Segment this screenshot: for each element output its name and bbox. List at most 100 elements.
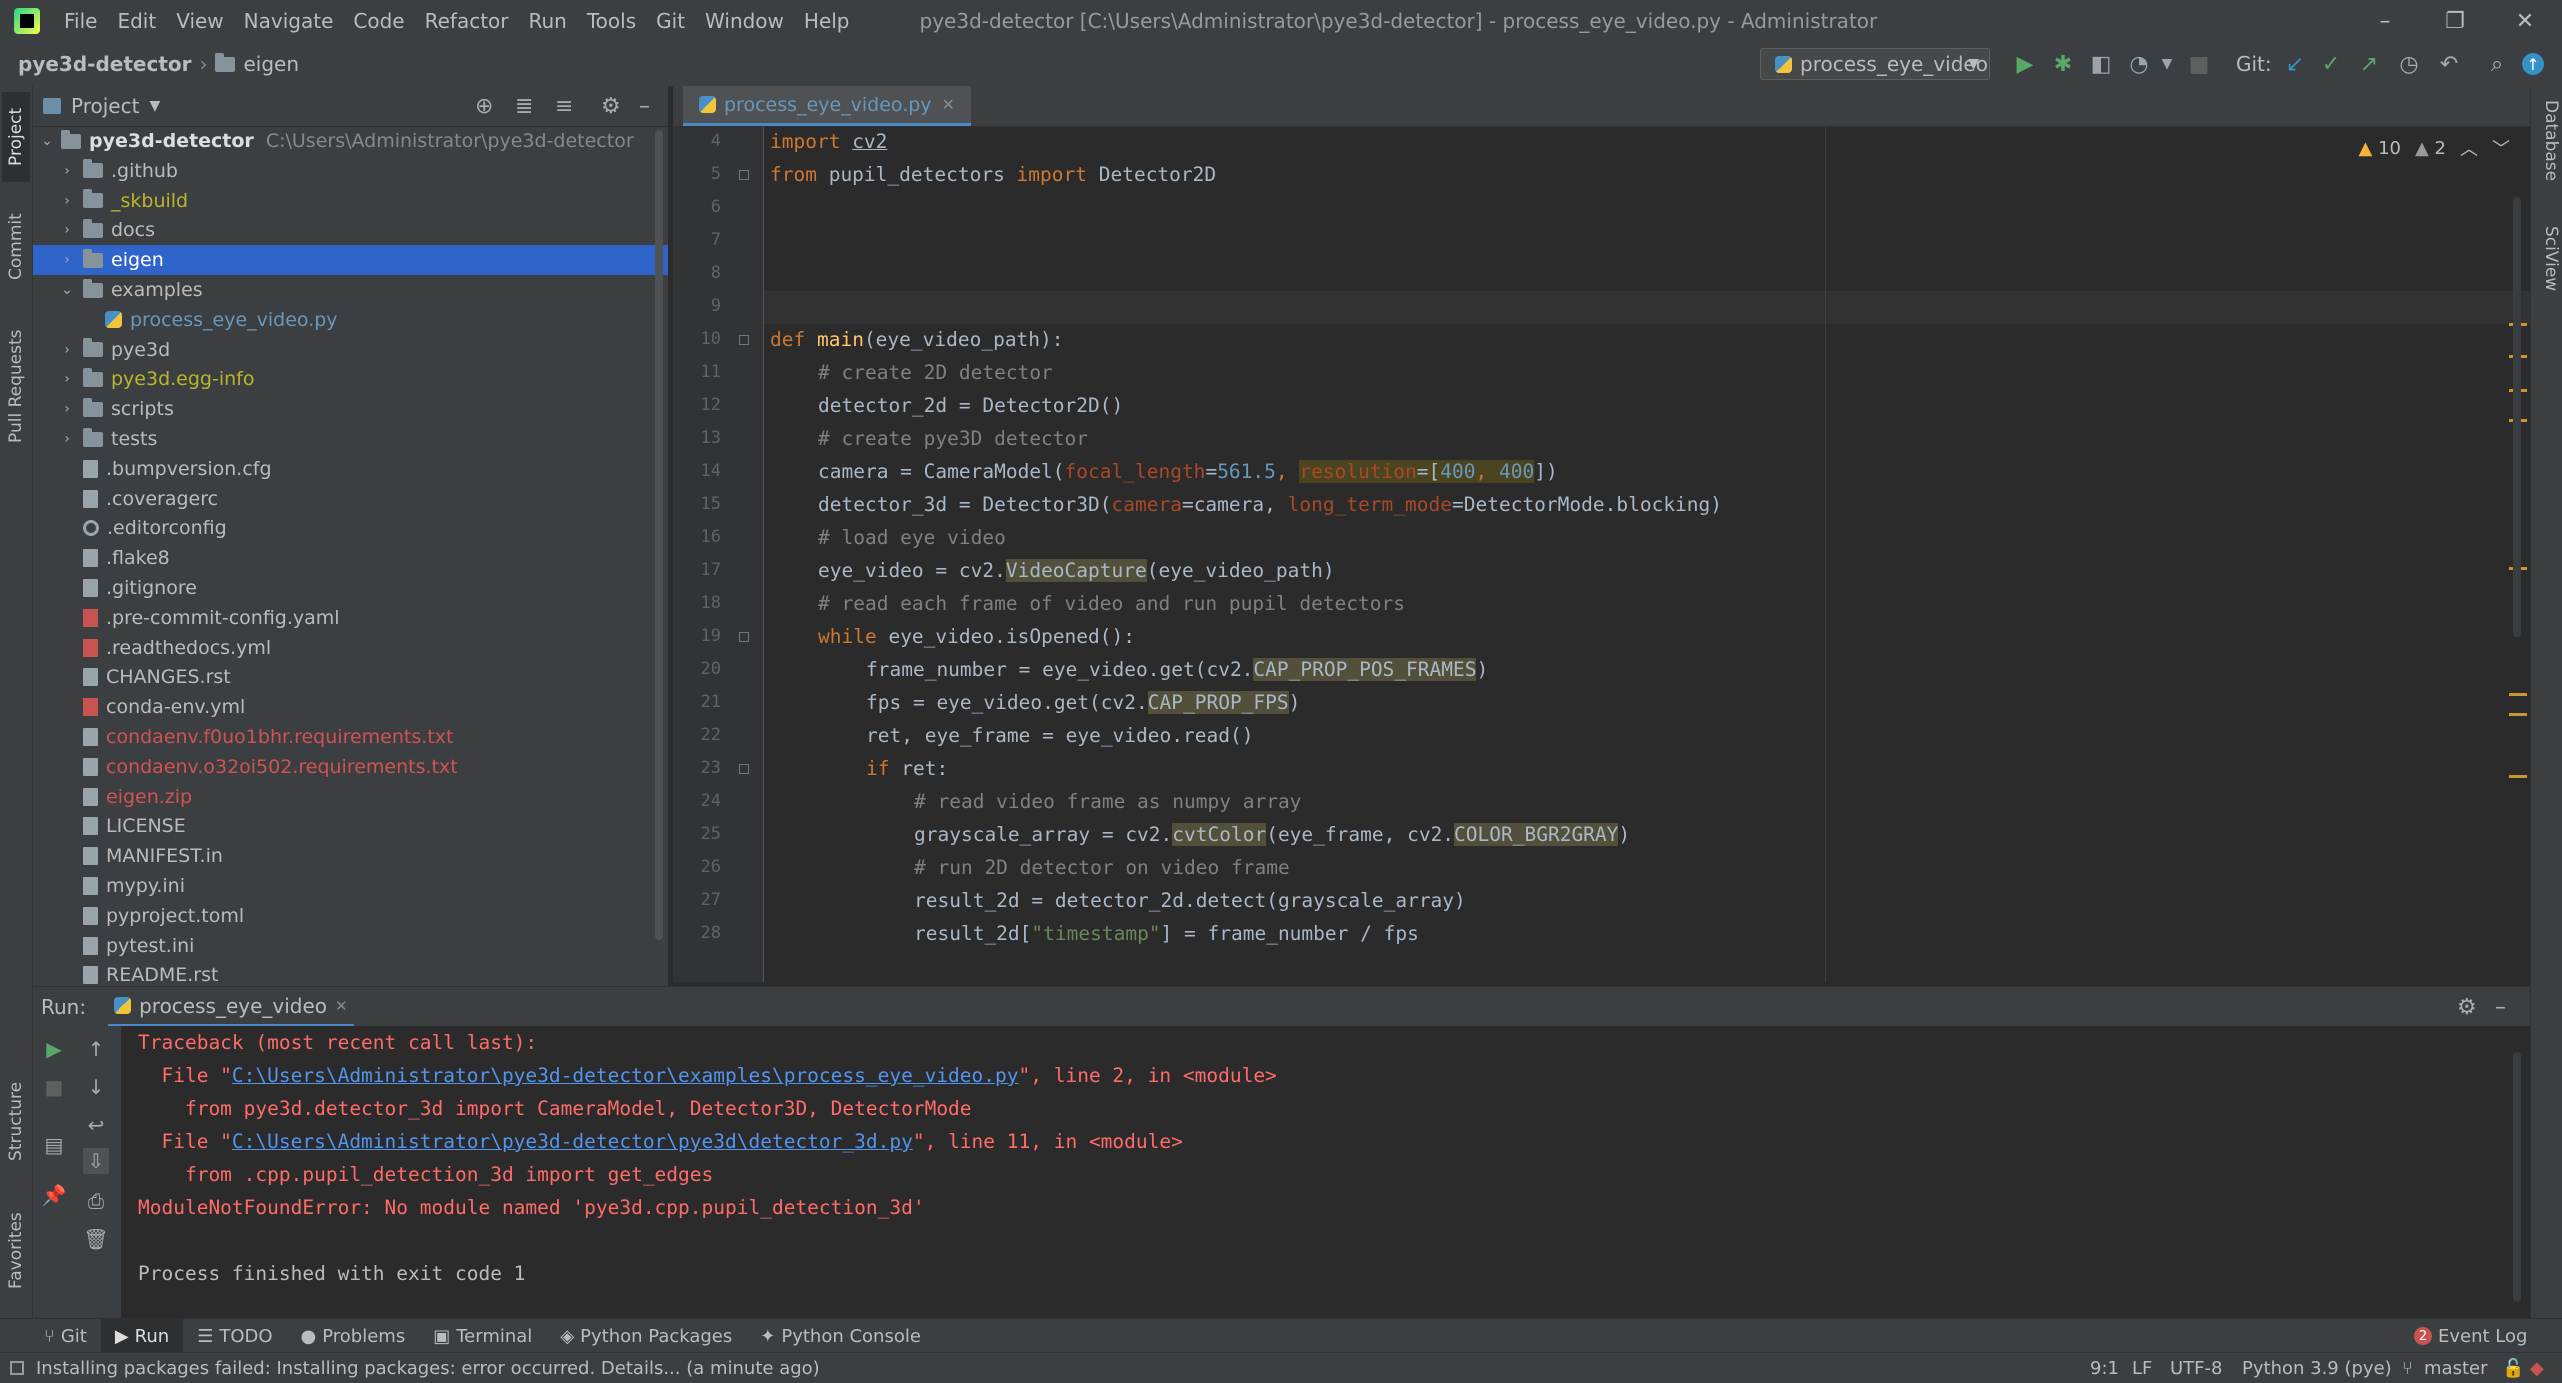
run-configuration-select[interactable]: process_eye_video ▼ [1760, 48, 1990, 80]
caret-position[interactable]: 9:1 [2090, 1358, 2119, 1379]
error-stripe-mark[interactable] [2509, 713, 2527, 716]
rerun-icon[interactable]: ▶ [41, 1036, 67, 1062]
menu-tools[interactable]: Tools [577, 0, 646, 42]
line-separator[interactable]: LF [2132, 1358, 2152, 1379]
fold-marker-icon[interactable] [739, 764, 749, 774]
tool-tab-python-packages[interactable]: ◈ Python Packages [546, 1319, 746, 1353]
console-file-link[interactable]: C:\Users\Administrator\pye3d-detector\py… [232, 1130, 913, 1153]
chevron-down-icon[interactable]: ﹀ [2492, 135, 2510, 161]
chevron-down-icon[interactable]: ⌄ [37, 133, 57, 149]
console-scrollbar[interactable] [2513, 1052, 2521, 1302]
status-message[interactable]: Installing packages failed: Installing p… [36, 1358, 820, 1379]
run-tab[interactable]: process_eye_video ✕ [108, 987, 354, 1027]
tool-tab-pull-requests[interactable]: Pull Requests [2, 316, 30, 456]
hide-panel-icon[interactable]: – [2495, 995, 2506, 1020]
chevron-right-icon[interactable]: › [57, 342, 77, 358]
tree-item-github[interactable]: › .github [33, 156, 668, 186]
tool-tab-sciview[interactable]: SciView [2533, 226, 2561, 316]
profile-icon[interactable]: ◔ [2126, 51, 2152, 77]
tree-item-pre-commit-config-yaml[interactable]: .pre-commit-config.yaml [33, 603, 668, 633]
error-stripe-mark[interactable] [2509, 693, 2527, 696]
menu-git[interactable]: Git [646, 0, 695, 42]
tree-item-condaenv-f0uo1bhr-requirements-txt[interactable]: condaenv.f0uo1bhr.requirements.txt [33, 722, 668, 752]
chevron-right-icon[interactable]: › [57, 193, 77, 209]
toggle-tool-windows-icon[interactable] [10, 1361, 24, 1375]
gear-icon[interactable]: ⚙ [601, 94, 621, 119]
tree-item-pyproject-toml[interactable]: pyproject.toml [33, 901, 668, 931]
console-file-link[interactable]: C:\Users\Administrator\pye3d-detector\ex… [232, 1064, 1019, 1087]
tree-item-mypy-ini[interactable]: mypy.ini [33, 871, 668, 901]
tool-tab-todo[interactable]: ☰ TODO [183, 1319, 286, 1353]
trash-icon[interactable]: 🗑 [83, 1226, 109, 1252]
inspection-widget[interactable]: ▲ 10 ▲ 2 ︿ ﹀ [2358, 135, 2510, 161]
git-commit-icon[interactable]: ✓ [2318, 51, 2344, 77]
project-tree-scrollbar[interactable] [655, 130, 663, 940]
print-icon[interactable]: ⎙ [83, 1188, 109, 1214]
rollback-icon[interactable]: ↶ [2436, 51, 2462, 77]
tree-item-pye3d[interactable]: › pye3d [33, 335, 668, 365]
hide-panel-icon[interactable]: – [639, 94, 650, 119]
menu-edit[interactable]: Edit [107, 0, 166, 42]
breadcrumb-folder[interactable]: eigen [243, 52, 299, 76]
tree-item-editorconfig[interactable]: .editorconfig [33, 513, 668, 543]
scroll-to-end-icon[interactable]: ⇩ [83, 1148, 109, 1174]
collapse-all-icon[interactable]: ≡ [555, 94, 573, 119]
tool-tab-git[interactable]: ⑂ Git [30, 1319, 101, 1353]
close-tab-icon[interactable]: ✕ [942, 95, 955, 114]
minimize-button[interactable]: – [2350, 0, 2420, 42]
tree-item-changes-rst[interactable]: CHANGES.rst [33, 662, 668, 692]
tool-tab-terminal[interactable]: ▣ Terminal [419, 1319, 546, 1353]
tree-item-skbuild[interactable]: › _skbuild [33, 186, 668, 216]
tree-item-condaenv-o32oi502-requirements-txt[interactable]: condaenv.o32oi502.requirements.txt [33, 752, 668, 782]
soft-wrap-icon[interactable]: ↩ [83, 1112, 109, 1138]
chevron-right-icon[interactable]: › [57, 163, 77, 179]
tree-item-root[interactable]: ⌄ pye3d-detector C:\Users\Administrator\py… [33, 126, 668, 156]
menu-run[interactable]: Run [519, 0, 577, 42]
tree-item-pye3d-egg-info[interactable]: › pye3d.egg-info [33, 364, 668, 394]
fold-marker-icon[interactable] [739, 335, 749, 345]
code-editor[interactable]: 4 5 6 7 8 9 10 11 12 13 14 15 16 17 18 19 20 21 22 23 24 25 26… [673, 127, 2530, 982]
tree-item-conda-env-yml[interactable]: conda-env.yml [33, 692, 668, 722]
tree-item-pytest-ini[interactable]: pytest.ini [33, 931, 668, 961]
tree-item-scripts[interactable]: › scripts [33, 394, 668, 424]
search-icon[interactable]: ⌕ [2484, 51, 2510, 77]
debug-icon[interactable]: ✱ [2050, 51, 2076, 77]
tree-item-examples[interactable]: ⌄ examples [33, 275, 668, 305]
menu-help[interactable]: Help [794, 0, 860, 42]
tree-item-flake8[interactable]: .flake8 [33, 543, 668, 573]
close-tab-icon[interactable]: ✕ [335, 997, 348, 1015]
git-branch[interactable]: master [2424, 1358, 2487, 1379]
file-encoding[interactable]: UTF-8 [2170, 1358, 2222, 1379]
tool-tab-run[interactable]: ▶ Run [100, 1319, 184, 1353]
run-icon[interactable]: ▶ [2012, 51, 2038, 77]
tree-item-eigen[interactable]: › eigen [33, 245, 668, 276]
error-stripe-mark[interactable] [2509, 775, 2527, 778]
locate-icon[interactable]: ⊕ [475, 94, 493, 119]
chevron-right-icon[interactable]: › [57, 401, 77, 417]
history-icon[interactable]: ◷ [2396, 51, 2422, 77]
tree-item-manifest-in[interactable]: MANIFEST.in [33, 841, 668, 871]
restore-button[interactable]: ❐ [2420, 0, 2490, 42]
editor-tab-process-eye-video[interactable]: process_eye_video.py ✕ [683, 86, 971, 126]
fold-marker-icon[interactable] [739, 632, 749, 642]
stop-icon[interactable]: ■ [41, 1074, 67, 1100]
python-interpreter[interactable]: Python 3.9 (pye) [2242, 1358, 2392, 1379]
menu-navigate[interactable]: Navigate [234, 0, 344, 42]
menu-window[interactable]: Window [695, 0, 794, 42]
chevron-right-icon[interactable]: › [57, 252, 77, 268]
gear-icon[interactable]: ⚙ [2457, 995, 2477, 1020]
tree-item-coveragerc[interactable]: .coveragerc [33, 484, 668, 514]
tree-item-process-eye-video-py[interactable]: process_eye_video.py [33, 305, 668, 335]
editor-scrollbar[interactable] [2513, 197, 2521, 637]
tree-item-docs[interactable]: › docs [33, 215, 668, 245]
tool-tab-database[interactable]: Database [2533, 100, 2561, 200]
tool-tab-structure[interactable]: Structure [2, 1066, 30, 1176]
arrow-up-icon[interactable]: ↑ [83, 1036, 109, 1062]
event-log-button[interactable]: 2 Event Log [2400, 1319, 2541, 1353]
tree-item-readthedocs-yml[interactable]: .readthedocs.yml [33, 633, 668, 663]
lock-icon[interactable]: 🔓 [2502, 1358, 2524, 1379]
chevron-down-icon[interactable]: ▼ [149, 98, 160, 114]
tool-tab-commit[interactable]: Commit [2, 202, 30, 292]
menu-view[interactable]: View [166, 0, 233, 42]
menu-refactor[interactable]: Refactor [415, 0, 519, 42]
